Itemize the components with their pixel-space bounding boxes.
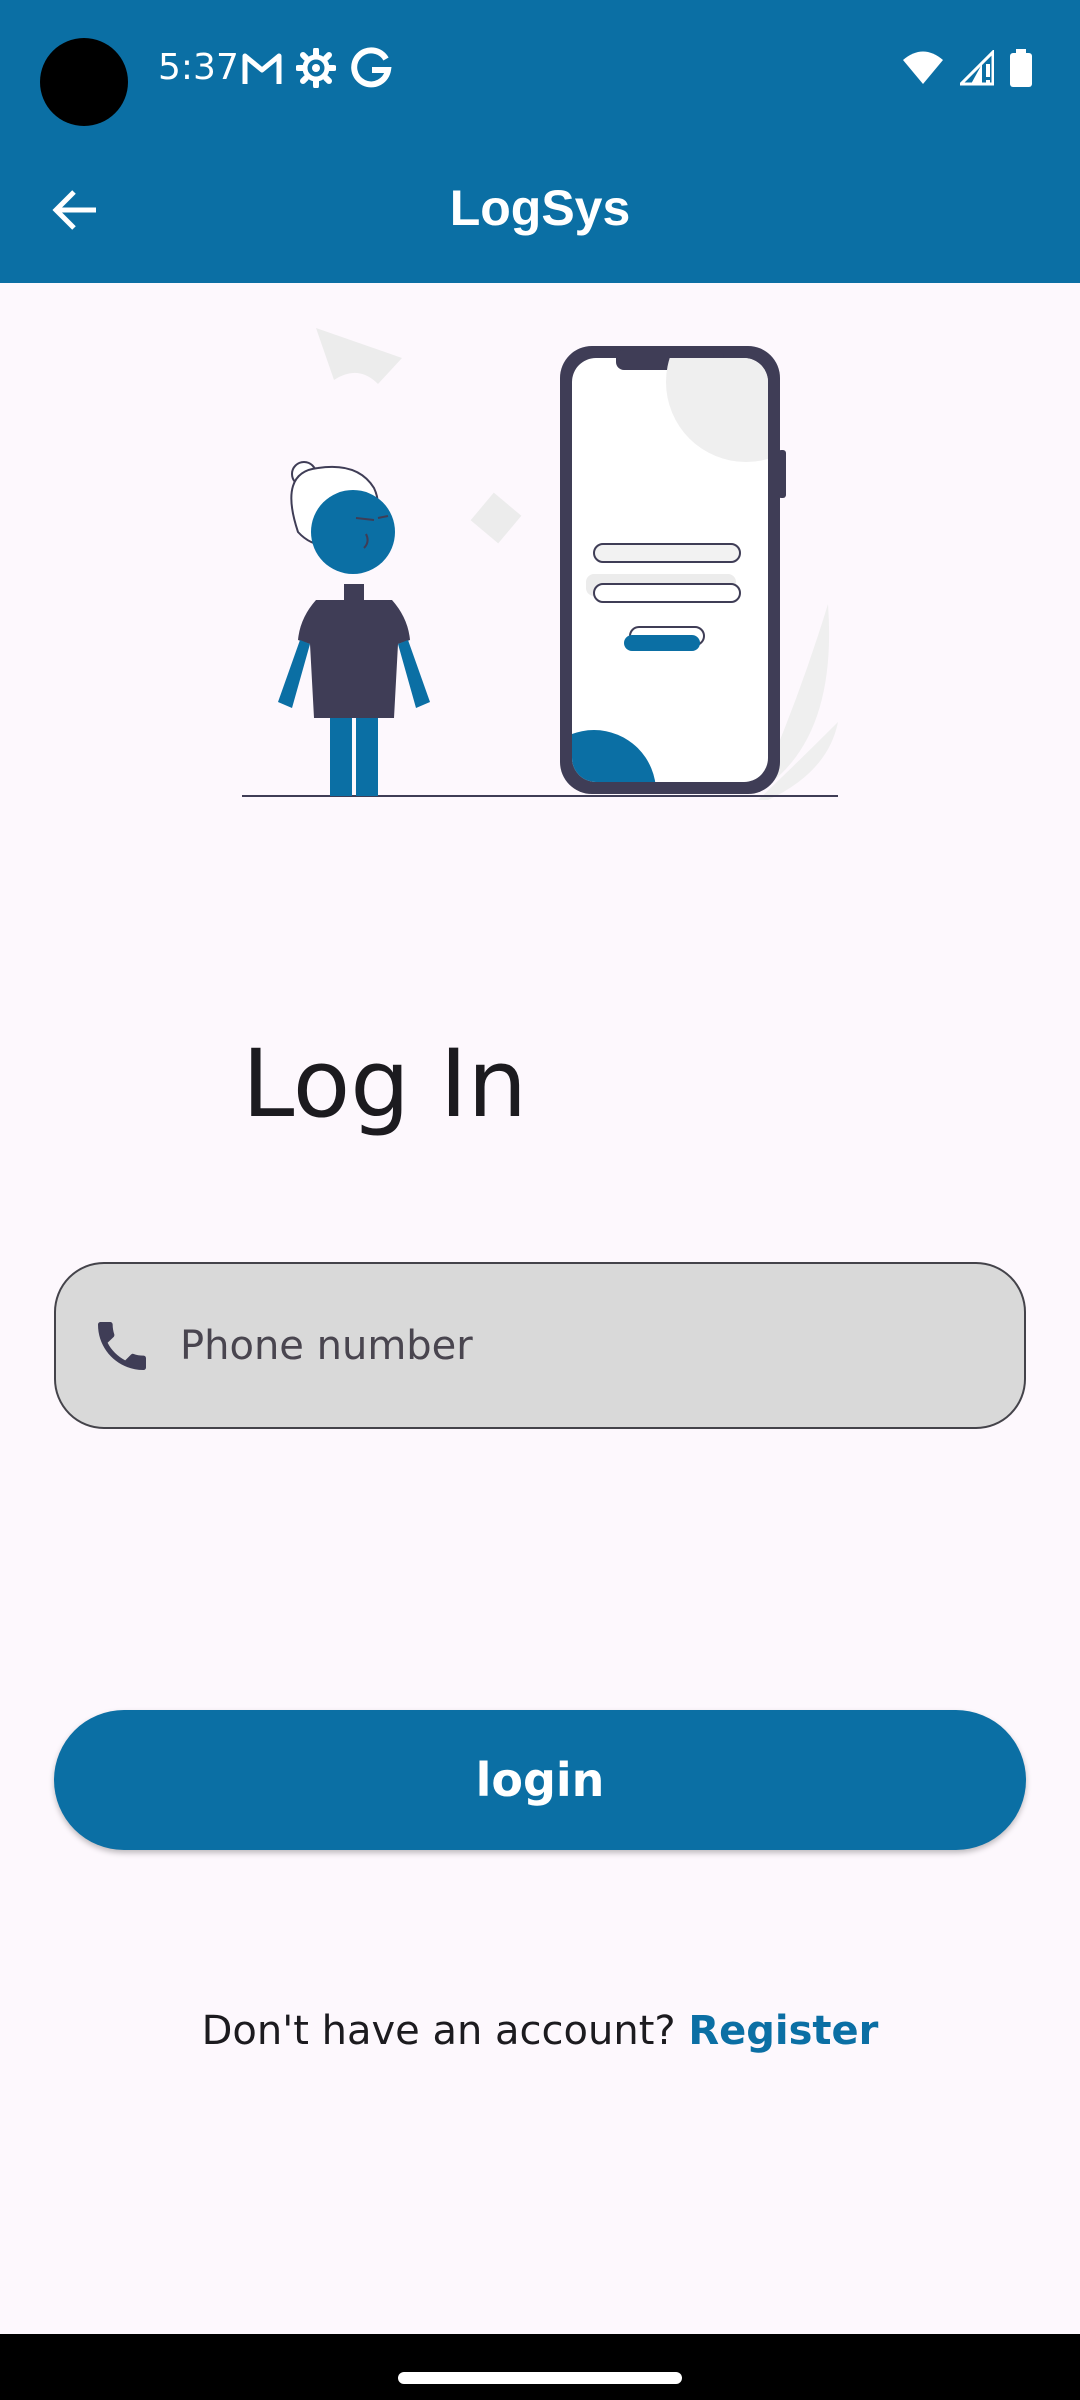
camera-cutout [40,38,128,126]
register-prompt: Don't have an account? [201,2008,689,2054]
status-icons-left [242,46,392,90]
google-icon [351,47,392,88]
settings-icon [296,48,336,88]
gmail-icon [242,53,282,84]
page-title: Log In [242,1030,528,1139]
home-handle[interactable] [398,2372,682,2384]
wifi-icon [903,51,943,84]
register-row: Don't have an account? Register [0,2004,1080,2058]
status-time: 5:37 [158,47,239,88]
register-link[interactable]: Register [688,2008,878,2054]
battery-icon [1010,49,1032,87]
login-illustration [242,328,838,800]
login-button[interactable]: login [54,1710,1026,1850]
signal-icon [960,50,994,86]
phone-icon [98,1322,146,1370]
phone-input[interactable] [180,1264,1000,1427]
status-icons-right [902,46,1032,90]
app-title: LogSys [449,180,631,236]
phone-field[interactable] [54,1262,1026,1429]
status-bar: 5:37 [0,0,1080,136]
app-bar: LogSys [0,136,1080,283]
navigation-bar [0,2334,1080,2400]
